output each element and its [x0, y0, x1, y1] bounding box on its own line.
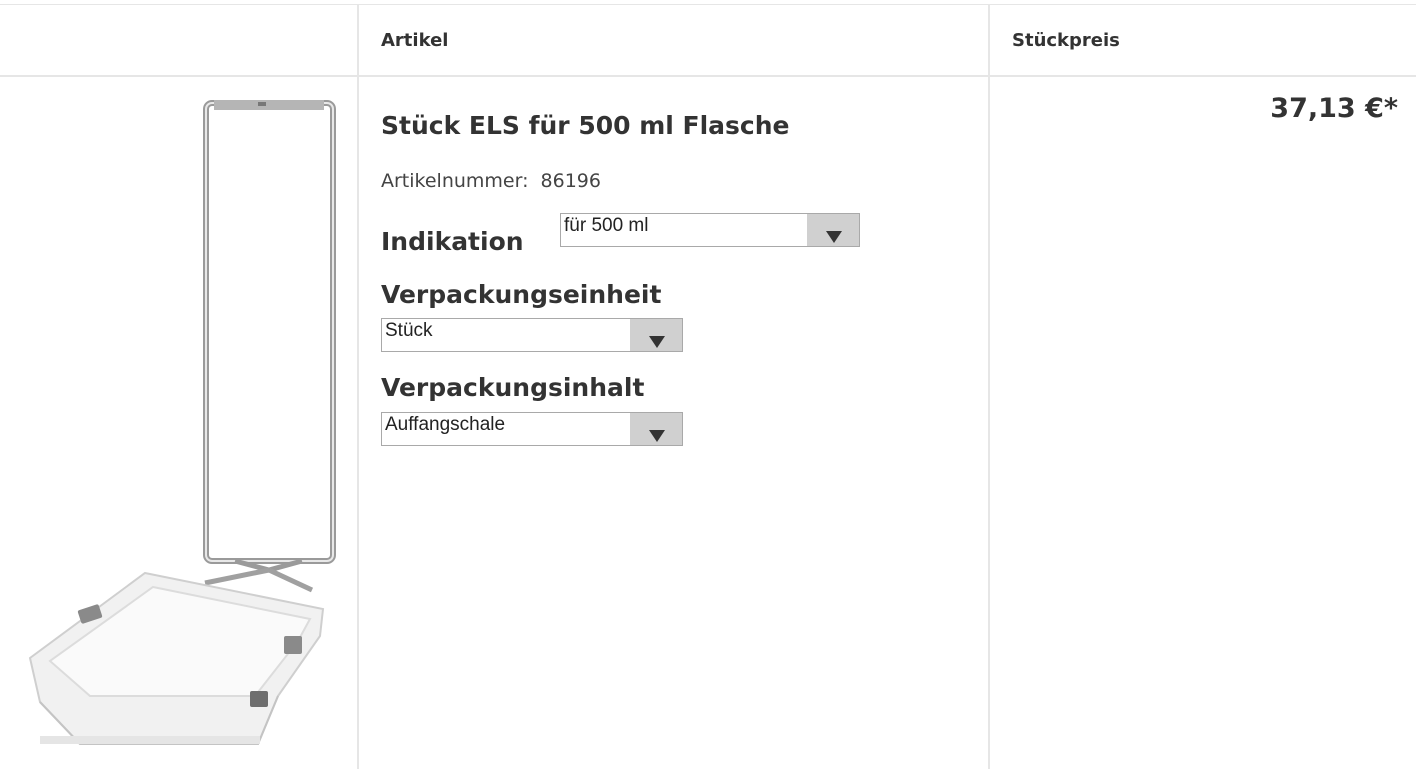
verpackungsinhalt-dropdown-button[interactable] — [630, 413, 682, 445]
verpackungseinheit-dropdown-button[interactable] — [630, 319, 682, 351]
verpackungsinhalt-label: Verpackungsinhalt — [381, 373, 645, 402]
article-number-value: 86196 — [540, 170, 601, 192]
product-title[interactable]: Stück ELS für 500 ml Flasche — [381, 111, 790, 140]
indikation-select[interactable]: für 500 ml — [560, 213, 860, 247]
article-number-row: Artikelnummer: 86196 — [381, 170, 601, 192]
verpackungsinhalt-select-value: Auffangschale — [385, 414, 506, 435]
indikation-dropdown-button[interactable] — [807, 214, 859, 246]
indikation-label: Indikation — [381, 227, 524, 256]
verpackungsinhalt-select[interactable]: Auffangschale — [381, 412, 683, 446]
indikation-select-value: für 500 ml — [564, 215, 649, 236]
wall-bracket-with-drip-tray-icon — [28, 100, 336, 745]
column-divider-left — [357, 4, 359, 769]
chevron-down-icon — [826, 231, 842, 243]
chevron-down-icon — [649, 336, 665, 348]
chevron-down-icon — [649, 430, 665, 442]
column-header-artikel: Artikel — [381, 30, 449, 51]
column-divider-right — [988, 4, 990, 769]
header-row-border — [0, 75, 1416, 77]
product-image[interactable] — [20, 96, 340, 746]
verpackungseinheit-select[interactable]: Stück — [381, 318, 683, 352]
verpackungseinheit-label: Verpackungseinheit — [381, 280, 662, 309]
unit-price: 37,13 €* — [1270, 93, 1398, 124]
verpackungseinheit-select-value: Stück — [385, 320, 433, 341]
article-number-label: Artikelnummer: — [381, 170, 529, 192]
column-header-stueckpreis: Stückpreis — [1012, 30, 1120, 51]
table-top-border — [0, 4, 1416, 5]
